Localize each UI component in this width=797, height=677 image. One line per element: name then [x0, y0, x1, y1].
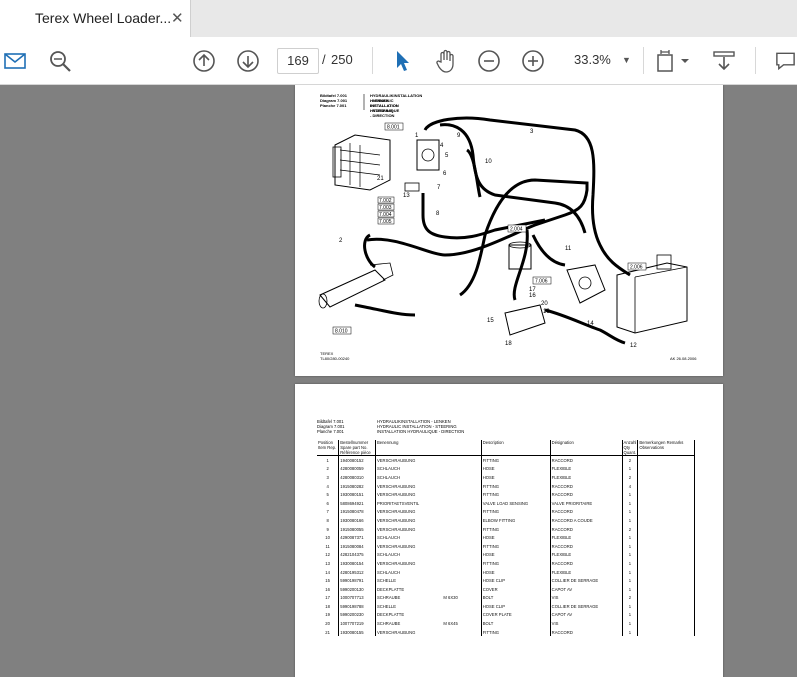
zoom-in-icon[interactable]: [520, 37, 546, 84]
download-page-icon[interactable]: [710, 37, 738, 84]
svg-text:17: 17: [529, 287, 536, 293]
table-row: 7 1915080478 VERSCHRAUBUNG FITTING RACCORD 1: [317, 507, 695, 517]
tank-drawing: [616, 254, 688, 334]
table-row: 3 4280080310 SCHLAUCH HOSE FLEXIBLE 2: [317, 473, 695, 482]
svg-text:7.005: 7.005: [379, 219, 392, 225]
zoom-select[interactable]: 33.3% ▼: [566, 48, 634, 72]
hydraulic-hoses: [354, 116, 631, 345]
svg-text:18: 18: [505, 341, 512, 347]
close-tab-icon[interactable]: ✕: [171, 9, 184, 27]
parts-list-header: Bildtafel 7.001 HYDRAULIKINSTALLATION - L…: [317, 419, 465, 434]
svg-text:10: 10: [485, 159, 492, 165]
table-row: 10 4290087371 SCHLAUCH HOSE FLEXIBLE 1: [317, 533, 695, 542]
svg-text:16: 16: [529, 293, 536, 299]
svg-text:3: 3: [530, 129, 534, 135]
svg-text:7.003: 7.003: [379, 205, 392, 211]
svg-text:9: 9: [457, 133, 461, 139]
zoom-search-icon[interactable]: [46, 37, 74, 84]
svg-text:7.004: 7.004: [379, 212, 392, 218]
svg-text:2.006: 2.006: [630, 265, 643, 271]
table-row: 20 1007707219 SCHRAUBE M 6X45 BOLT VIS 1: [317, 619, 695, 628]
pump-drawing: [566, 264, 606, 304]
page-fit-icon[interactable]: [654, 37, 694, 84]
priority-valve-drawing: [404, 139, 440, 192]
svg-text:2: 2: [339, 238, 343, 244]
document-viewer[interactable]: Bildtafel 7.001 HYDRAULIKINSTALLATION - L…: [0, 85, 797, 677]
hose-bracket-drawing: [504, 304, 546, 336]
table-row: 18 5990198788 SCHELLE HOSE CLIP COLLIER DE S…: [317, 602, 695, 611]
svg-text:11: 11: [565, 246, 572, 252]
svg-text:20: 20: [541, 301, 548, 307]
page-number-input[interactable]: 169: [277, 48, 319, 74]
table-row: 17 1000707713 SCHRAUBE M 6X30 BOLT VIS 2: [317, 593, 695, 603]
table-row: 21 1930080155 VERSCHRAUBUNG FITTING RACCORD 1: [317, 627, 695, 637]
table-row: 16 5990200130 DECKPLATTE COVER CAPOT AV 1: [317, 584, 695, 594]
page-total: 250: [331, 52, 353, 67]
svg-text:8: 8: [436, 211, 440, 217]
svg-text:8.010: 8.010: [335, 329, 348, 335]
mail-icon[interactable]: [2, 37, 28, 84]
toolbar-divider: [372, 47, 373, 74]
ref-box-8001: 8.001: [387, 125, 400, 131]
svg-text:7.002: 7.002: [379, 198, 392, 204]
table-row: 4 1915080282 VERSCHRAUBUNG FITTING RACCORD 4: [317, 481, 695, 491]
page-separator: /: [322, 52, 326, 67]
svg-text:7: 7: [437, 185, 441, 191]
table-row: 13 1930080154 VERSCHRAUBUNG FITTING RACCORD 1: [317, 559, 695, 568]
table-row: 15 5990198791 SCHELLE HOSE CLIP COLLIER DE S…: [317, 576, 695, 585]
toolbar-divider: [755, 47, 756, 74]
svg-text:13: 13: [403, 193, 410, 199]
zoom-value: 33.3%: [574, 52, 611, 67]
svg-text:7.006: 7.006: [535, 279, 548, 285]
svg-text:1: 1: [415, 133, 419, 139]
previous-page-icon[interactable]: [191, 37, 217, 84]
svg-text:12: 12: [630, 343, 637, 349]
diagram-footer-left-2: TL80/280-00240: [320, 356, 350, 361]
svg-text:19: 19: [543, 309, 550, 315]
table-row: 14 4280195312 SCHLAUCH HOSE FLEXIBLE 1: [317, 567, 695, 577]
hand-tool-icon[interactable]: [432, 37, 460, 84]
select-cursor-icon[interactable]: [390, 37, 416, 84]
table-row: 6 5808694921 PRIORITAETSVENTIL VALVE LOAD S…: [317, 498, 695, 508]
table-row: 2 4280080059 SCHLAUCH HOSE FLEXIBLE 1: [317, 464, 695, 474]
chevron-down-icon: ▼: [622, 55, 631, 65]
table-row: 12 4282104375 SCHLAUCH HOSE FLEXIBLE 1: [317, 550, 695, 560]
svg-text:21: 21: [377, 176, 384, 182]
table-row: 11 1915080084 VERSCHRAUBUNG FITTING RACCORD 1: [317, 541, 695, 551]
svg-text:2.004: 2.004: [510, 227, 523, 233]
parts-table: Position Item Rep. Bestellnummer Spare p…: [317, 440, 695, 637]
svg-text:6: 6: [443, 171, 447, 177]
table-header-row: Position Item Rep. Bestellnummer Spare p…: [317, 440, 695, 456]
document-tab[interactable]: Terex Wheel Loader... ✕: [0, 0, 191, 37]
svg-text:4: 4: [440, 143, 444, 149]
toolbar: 169 / 250 33.3% ▼: [0, 37, 797, 85]
svg-text:15: 15: [487, 318, 494, 324]
pdf-page-parts-list: Bildtafel 7.001 HYDRAULIKINSTALLATION - L…: [295, 384, 723, 677]
next-page-icon[interactable]: [235, 37, 261, 84]
zoom-out-icon[interactable]: [476, 37, 502, 84]
table-row: 19 5990200230 DECKPLATTE COVER PLATE CAPOT A…: [317, 610, 695, 620]
document-tab-title: Terex Wheel Loader...: [35, 10, 172, 26]
diagram-footer-right: AK 26.08.2006: [670, 356, 697, 361]
toolbar-divider: [643, 47, 644, 74]
steering-cylinder-drawing: [318, 262, 394, 309]
table-row: 1 1940080152 VERSCHRAUBUNG FITTING RACCORD 2: [317, 455, 695, 465]
pdf-page-diagram: Bildtafel 7.001 HYDRAULIKINSTALLATION - L…: [295, 85, 723, 376]
table-row: 5 1930080151 VERSCHRAUBUNG FITTING RACCORD 1: [317, 490, 695, 499]
svg-text:5: 5: [445, 153, 449, 159]
table-row: 9 1915080055 VERSCHRAUBUNG FITTING RACCORD 2: [317, 524, 695, 534]
hydraulic-steering-diagram: 8.001 7.002 7.003 7.004 7.005 2.004 7.00…: [318, 94, 697, 361]
tab-bar: Terex Wheel Loader... ✕: [0, 0, 797, 38]
comment-icon[interactable]: [774, 37, 797, 84]
svg-text:14: 14: [587, 321, 594, 327]
table-row: 8 1930080166 VERSCHRAUBUNG ELBOW FITTING RAC…: [317, 516, 695, 525]
